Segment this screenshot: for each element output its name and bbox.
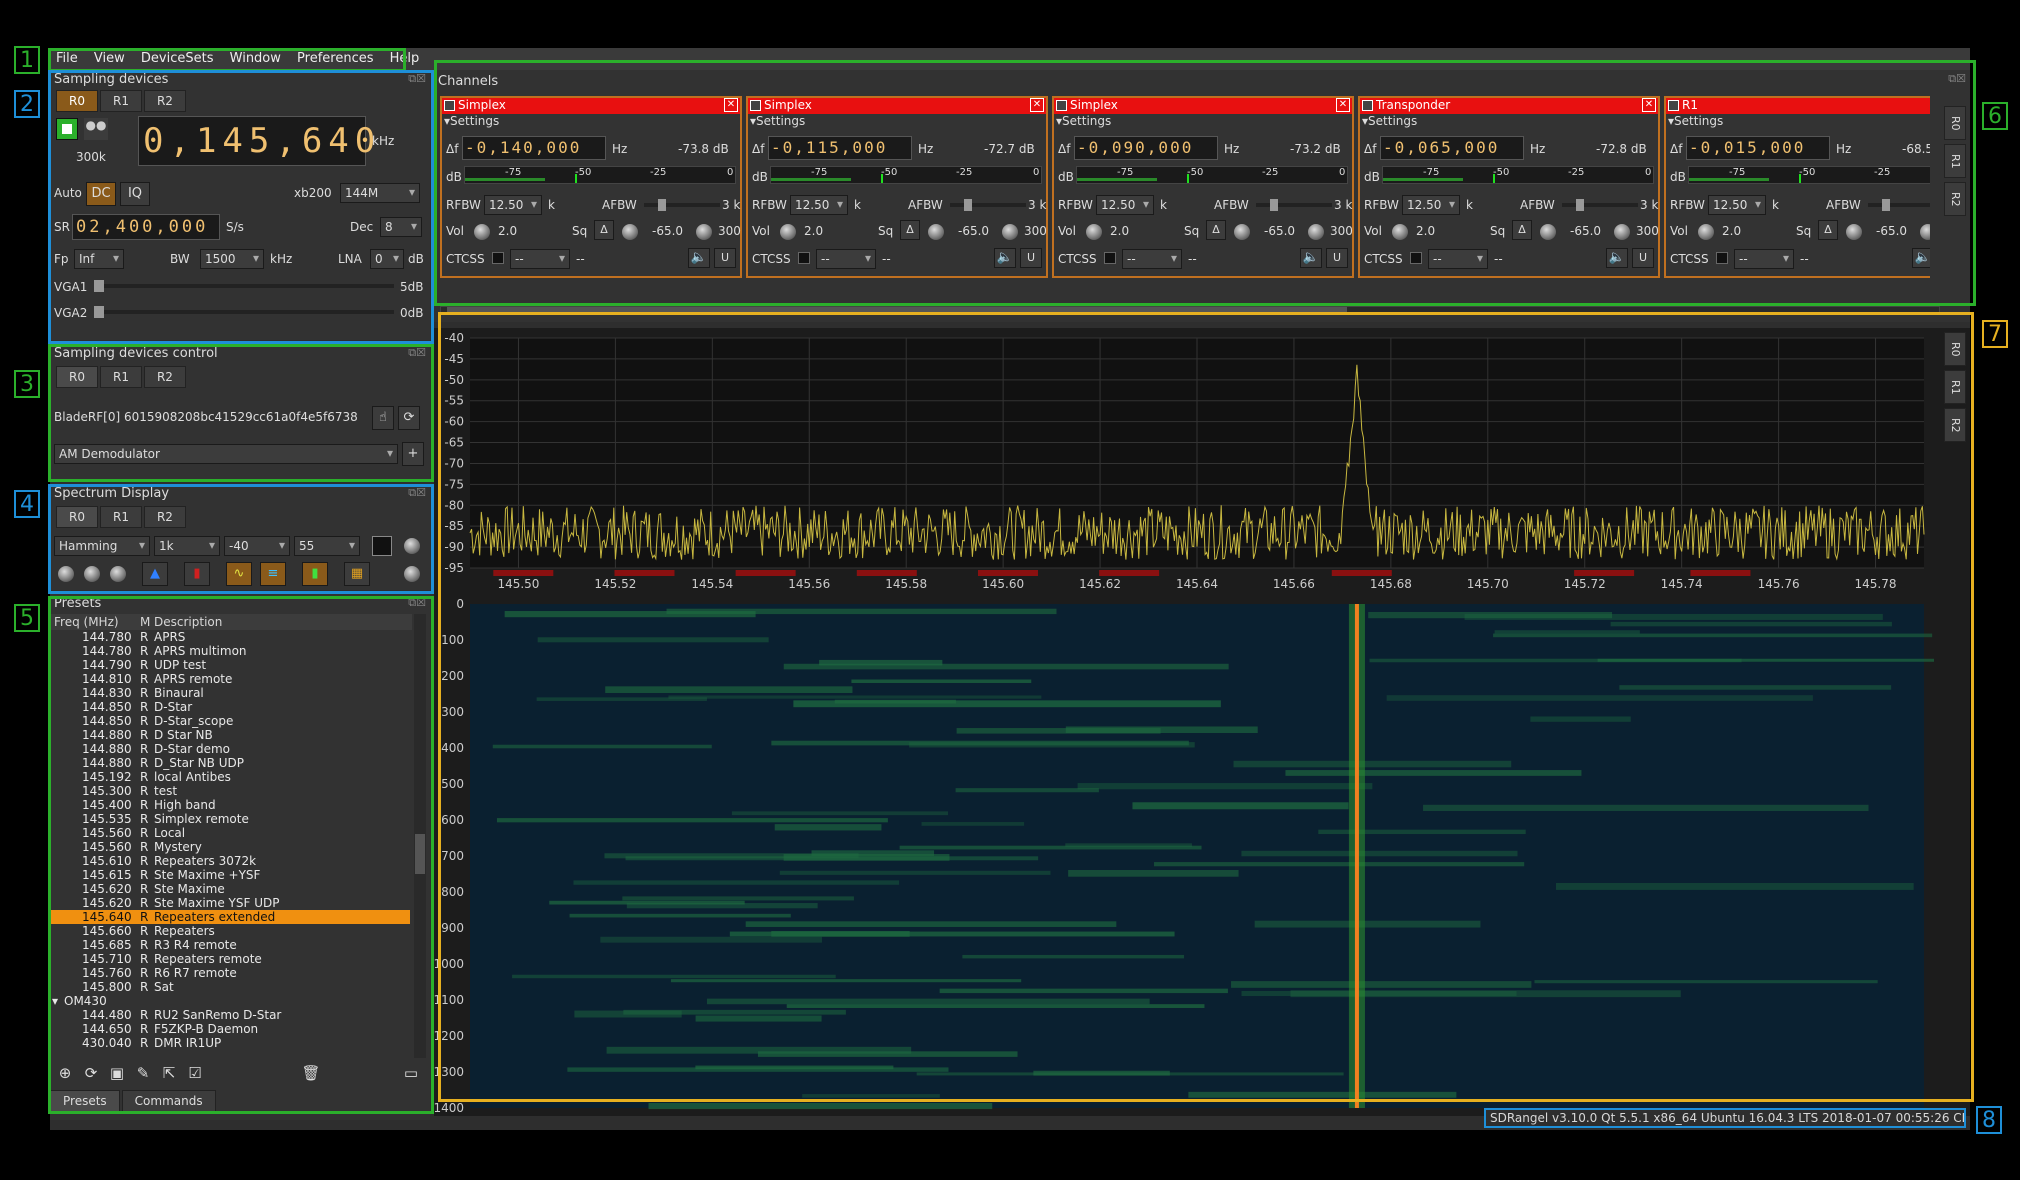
callout-box-2: [48, 70, 434, 344]
callout-6: 6: [1982, 102, 2008, 130]
callout-5: 5: [14, 604, 40, 632]
callout-8: 8: [1976, 1106, 2002, 1134]
callout-box-6: [434, 60, 1976, 306]
callout-4: 4: [14, 490, 40, 518]
waterfall-trace: [648, 1102, 993, 1110]
callout-box-4: [48, 484, 434, 594]
callout-1: 1: [14, 46, 40, 74]
callout-box-7: [438, 312, 1974, 1102]
waterfall-tick-label: 1400: [434, 1101, 464, 1115]
callout-2: 2: [14, 90, 40, 118]
callout-box-3: [48, 344, 434, 482]
callout-box-1: [48, 48, 406, 72]
callout-box-5: [48, 596, 434, 1114]
callout-7: 7: [1982, 320, 2008, 348]
callout-3: 3: [14, 370, 40, 398]
status-bar: SDRangel v3.10.0 Qt 5.5.1 x86_64 Ubuntu …: [1484, 1108, 1966, 1128]
